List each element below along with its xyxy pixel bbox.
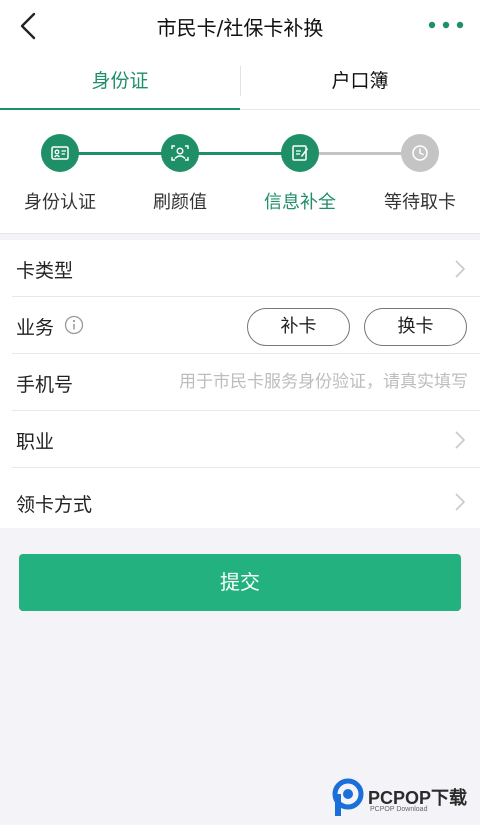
page-title: 市民卡/社保卡补换: [156, 16, 324, 40]
clock-icon: [412, 145, 428, 161]
phone-label: 手机号: [16, 374, 74, 396]
occupation-row[interactable]: 职业: [12, 411, 480, 468]
id-card-icon: [51, 146, 69, 160]
card-type-label: 卡类型: [16, 260, 74, 282]
info-icon[interactable]: [64, 315, 84, 335]
step-wait-pickup: [401, 134, 439, 172]
business-label: 业务: [16, 317, 55, 339]
watermark-subtitle: PCPOP Download: [370, 806, 428, 813]
watermark: PCPOP下载 PCPOP Download: [332, 776, 480, 822]
pcpop-logo-icon: [332, 778, 364, 816]
step-identity-verification: [41, 134, 79, 172]
submit-button[interactable]: 提交: [19, 554, 461, 611]
card-replacement-form: 卡类型 业务 补卡 换卡 手机号 职业 领卡方式: [0, 240, 480, 528]
occupation-label: 职业: [16, 431, 55, 453]
tab-household-register[interactable]: 户口簿: [240, 52, 480, 110]
step-face-scan: [161, 134, 199, 172]
pickup-method-label: 领卡方式: [16, 494, 93, 516]
reissue-card-button[interactable]: 补卡: [247, 308, 350, 346]
step-label: 信息补全: [264, 192, 336, 213]
nav-header: 市民卡/社保卡补换: [0, 0, 480, 52]
business-row: 业务 补卡 换卡: [12, 297, 480, 354]
step-label: 等待取卡: [384, 192, 456, 213]
phone-row: 手机号: [12, 354, 480, 411]
phone-input[interactable]: [108, 364, 468, 400]
id-type-tabs: 身份证 户口簿: [0, 52, 480, 111]
replace-card-button[interactable]: 换卡: [364, 308, 467, 346]
tab-id-card[interactable]: 身份证: [0, 52, 240, 110]
more-options-icon[interactable]: [426, 14, 466, 36]
progress-steps: 身份认证 刷颜值 信息补全 等待取卡: [0, 110, 480, 234]
face-scan-icon: [171, 145, 189, 161]
chevron-right-icon: [455, 431, 466, 449]
chevron-right-icon: [455, 493, 466, 511]
step-label: 刷颜值: [153, 192, 207, 213]
card-type-row[interactable]: 卡类型: [12, 240, 480, 297]
step-label: 身份认证: [24, 192, 96, 213]
edit-form-icon: [292, 145, 309, 161]
step-info-completion: [281, 134, 319, 172]
chevron-right-icon: [455, 260, 466, 278]
pickup-method-row[interactable]: 领卡方式: [12, 468, 480, 528]
